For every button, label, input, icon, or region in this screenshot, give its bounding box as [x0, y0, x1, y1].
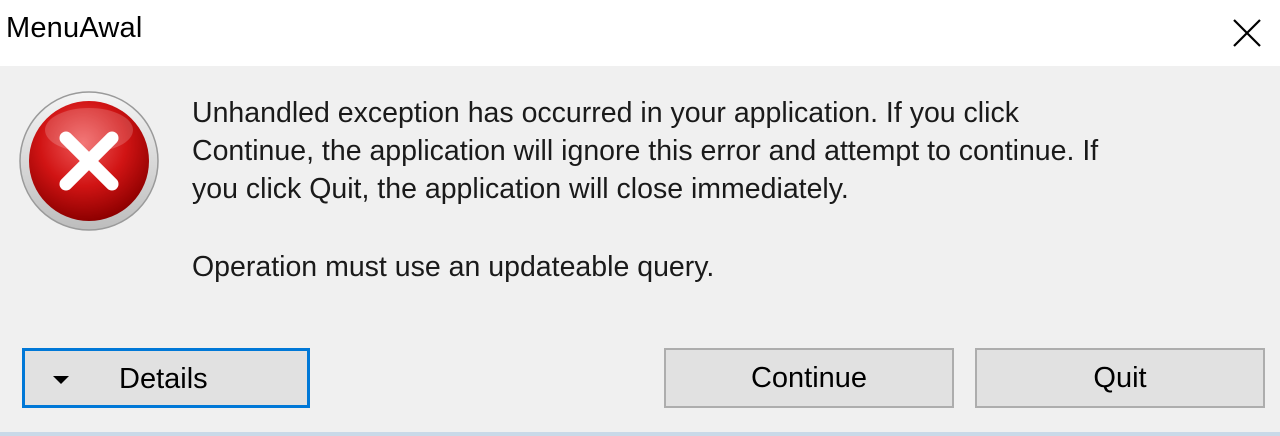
window-bottom-border [0, 432, 1280, 436]
message-line-1: Unhandled exception has occurred in your… [192, 97, 1019, 129]
window-title: MenuAwal [6, 12, 143, 44]
close-icon [1233, 19, 1261, 47]
message-line-3: you click Quit, the application will clo… [192, 173, 849, 205]
error-icon [19, 91, 159, 231]
close-button[interactable] [1214, 0, 1280, 66]
triangle-down-icon [53, 376, 69, 384]
error-message: Unhandled exception has occurred in your… [192, 94, 1222, 208]
error-dialog: MenuAwal Unhandled exception has occurre… [0, 0, 1280, 436]
quit-button[interactable]: Quit [975, 348, 1265, 408]
continue-button[interactable]: Continue [664, 348, 954, 408]
title-bar: MenuAwal [0, 0, 1280, 66]
details-button[interactable]: Details [22, 348, 310, 408]
exception-detail-text: Operation must use an updateable query. [192, 251, 715, 283]
details-button-label: Details [119, 363, 208, 395]
message-line-2: Continue, the application will ignore th… [192, 135, 1099, 167]
